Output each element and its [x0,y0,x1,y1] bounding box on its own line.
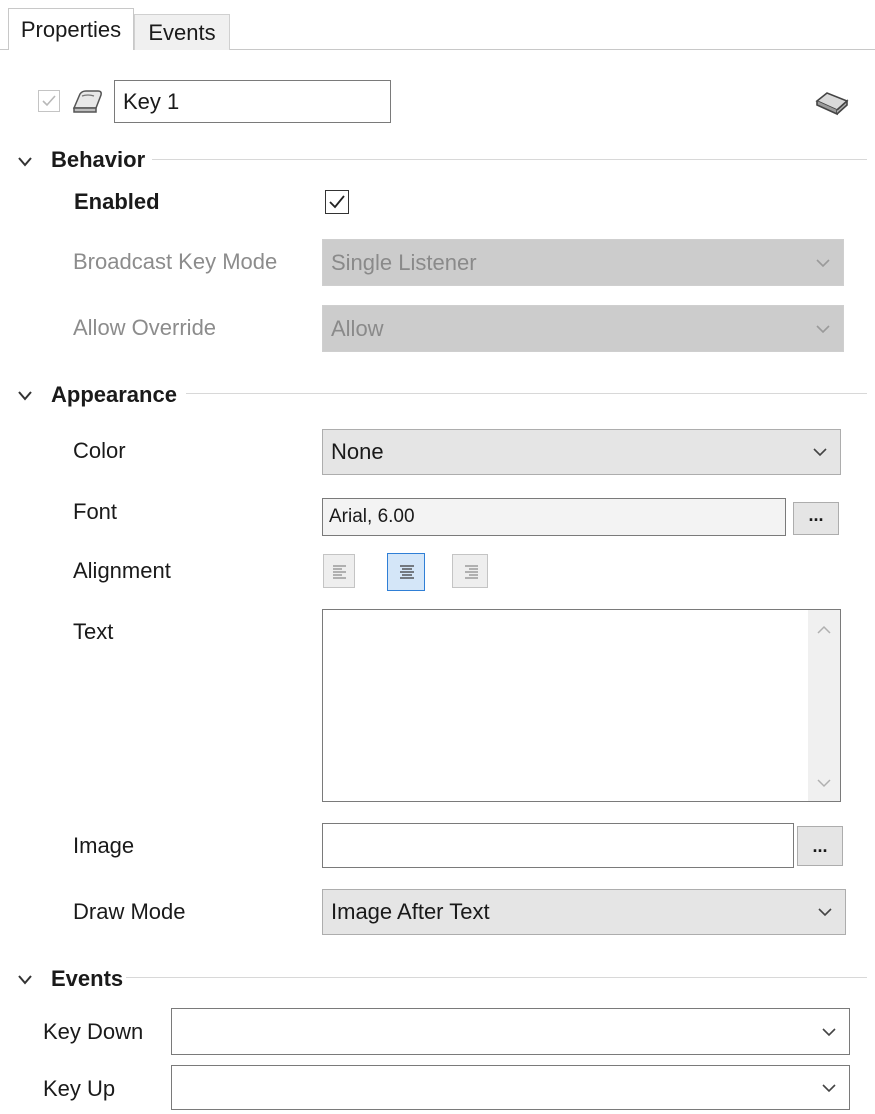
align-center-button[interactable] [387,553,425,591]
key-down-select[interactable] [171,1008,850,1055]
draw-mode-label: Draw Mode [73,899,186,924]
align-left-icon [333,565,346,579]
behavior-divider [152,159,867,160]
behavior-toggle-chevron-down-icon[interactable] [16,155,34,169]
font-value: Arial, 6.00 [329,506,415,527]
broadcast-key-mode-value: Single Listener [331,249,477,275]
allow-override-value: Allow [331,315,384,341]
enabled-checkbox[interactable] [325,190,349,214]
tab-events[interactable]: Events [134,14,230,50]
color-value: None [331,439,384,464]
chevron-down-icon [813,448,827,457]
chevron-down-icon [817,779,831,788]
font-field[interactable]: Arial, 6.00 [322,498,786,536]
font-label: Font [73,499,118,524]
check-icon [329,195,345,209]
key-down-label: Key Down [43,1019,144,1044]
key-icon [70,86,106,116]
chevron-down-icon [818,908,832,917]
tag-icon[interactable] [814,88,850,116]
check-icon [42,95,56,107]
object-name-input[interactable]: Key 1 [114,80,391,123]
image-field[interactable] [322,823,794,868]
allow-override-select: Allow [322,305,844,352]
chevron-down-icon [816,324,830,333]
appearance-divider [186,393,867,394]
allow-override-label: Allow Override [73,315,217,340]
image-label: Image [73,833,135,858]
appearance-section-title: Appearance [51,382,177,407]
text-area-scrollbar[interactable] [808,610,840,801]
events-section-title: Events [51,966,124,991]
align-left-button[interactable] [323,554,355,588]
color-label: Color [73,438,126,463]
align-right-button[interactable] [452,554,488,588]
text-area[interactable] [322,609,841,802]
key-up-select[interactable] [171,1065,850,1110]
broadcast-key-mode-label: Broadcast Key Mode [73,249,278,274]
behavior-section-title: Behavior [51,147,146,172]
align-right-icon [465,565,478,579]
image-browse-button[interactable]: ... [797,826,843,866]
object-name-value: Key 1 [123,88,180,114]
alignment-label: Alignment [73,558,171,583]
tab-properties[interactable]: Properties [8,8,134,50]
broadcast-key-mode-select: Single Listener [322,239,844,286]
font-browse-label: ... [808,505,824,525]
draw-mode-value: Image After Text [331,899,490,924]
image-browse-label: ... [812,836,828,856]
events-divider [126,977,867,978]
tab-properties-label: Properties [20,16,122,42]
align-center-icon [400,565,414,579]
chevron-down-icon [816,258,830,267]
chevron-up-icon [817,625,831,634]
key-up-label: Key Up [43,1076,116,1101]
draw-mode-select[interactable]: Image After Text [322,889,846,935]
text-label: Text [73,619,114,644]
object-enabled-checkbox[interactable] [38,90,60,112]
appearance-toggle-chevron-down-icon[interactable] [16,389,34,403]
chevron-down-icon [822,1027,836,1036]
events-toggle-chevron-down-icon[interactable] [16,973,34,987]
color-select[interactable]: None [322,429,841,475]
font-browse-button[interactable]: ... [793,502,839,535]
chevron-down-icon [822,1083,836,1092]
tab-events-label: Events [148,19,216,45]
enabled-label: Enabled [74,189,160,214]
